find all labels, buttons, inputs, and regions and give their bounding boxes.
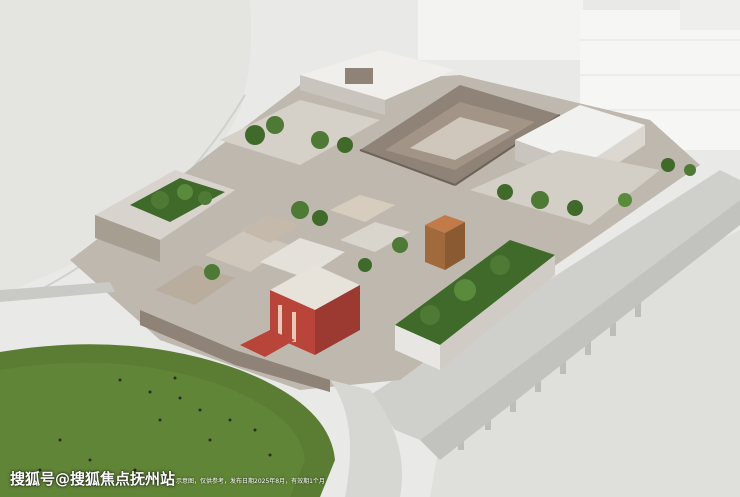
watermark-text: 搜狐号@搜狐焦点抚州站: [10, 470, 176, 488]
aerial-scene: [0, 0, 740, 497]
disclaimer-caption: 示意图，仅供参考，发布日期2025年8月，有效期1个月: [176, 478, 325, 485]
